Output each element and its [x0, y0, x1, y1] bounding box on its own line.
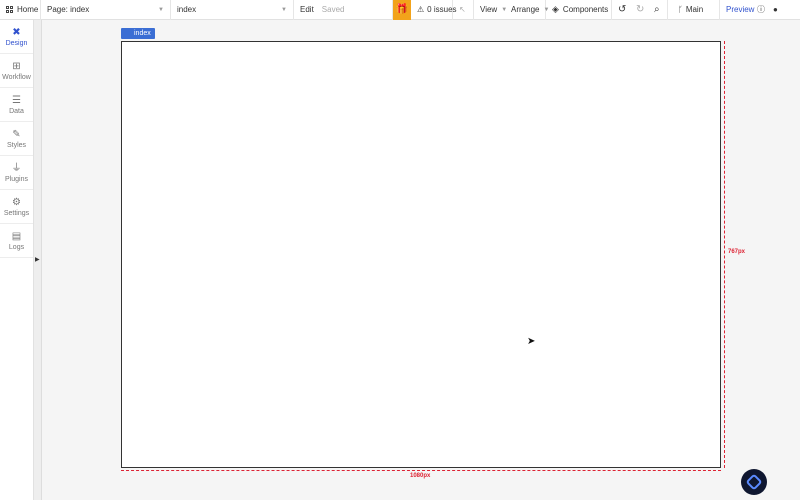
width-dimension-line: [121, 470, 721, 471]
sidebar-item-label: Logs: [8, 243, 25, 251]
width-dimension-label: 1080px: [410, 473, 431, 479]
view-menu[interactable]: View ▼: [474, 0, 507, 20]
undo-button[interactable]: ↺: [612, 0, 630, 20]
sidebar-item-label: Settings: [3, 209, 30, 217]
chevron-right-icon: ▶: [35, 257, 40, 263]
home-label: Home: [17, 5, 39, 14]
design-tools-icon: ✖: [12, 26, 21, 38]
search-button[interactable]: ⌕: [648, 0, 668, 20]
cursor-off-icon: ↖: [459, 5, 466, 14]
element-selector[interactable]: index ▼: [171, 0, 294, 20]
sidebar-item-label: Data: [9, 107, 24, 115]
assistant-logo-icon: [745, 473, 763, 491]
page-selector-label: Page: index: [47, 5, 90, 14]
document-icon: ▤: [11, 230, 22, 242]
page-selector[interactable]: Page: index ▼: [41, 0, 171, 20]
sidebar-item-data[interactable]: ☰ Data: [0, 88, 33, 122]
branch-label: Main: [685, 5, 704, 14]
workflow-icon: ⊞: [12, 60, 21, 72]
assistant-launcher-button[interactable]: [741, 469, 767, 495]
preview-label: Preview: [726, 5, 755, 14]
top-toolbar: Home Page: index ▼ index ▼ Edit Saved 🎁 …: [0, 0, 800, 20]
chevron-down-icon: ▼: [158, 6, 164, 13]
inspect-button[interactable]: ↖: [453, 0, 474, 20]
account-button[interactable]: ●: [770, 0, 786, 20]
redo-button[interactable]: ↻: [630, 0, 648, 20]
sidebar-item-workflow[interactable]: ⊞ Workflow: [0, 54, 33, 88]
brush-icon: ✎: [12, 128, 21, 140]
components-label: Components: [562, 5, 609, 14]
mouse-cursor-icon: ➤: [527, 336, 536, 347]
saved-status: Saved: [321, 5, 345, 14]
sidebar-item-label: Workflow: [2, 73, 31, 81]
arrange-label: Arrange: [511, 5, 540, 14]
branch-icon: ᚴ: [678, 5, 683, 14]
database-icon: ☰: [12, 94, 21, 106]
home-button[interactable]: Home: [0, 0, 41, 20]
sidebar-item-logs[interactable]: ▤ Logs: [0, 224, 33, 258]
plug-icon: ⏚: [11, 162, 22, 174]
warning-icon: ⚠: [417, 5, 425, 14]
sidebar-item-label: Design: [5, 39, 28, 47]
preview-button[interactable]: Preview: [720, 0, 754, 20]
components-button[interactable]: ◈ Components: [546, 0, 612, 20]
redo-icon: ↻: [636, 4, 645, 15]
gift-icon[interactable]: 🎁: [393, 0, 411, 20]
sidebar-item-plugins[interactable]: ⏚ Plugins: [0, 156, 33, 190]
edit-status: Edit Saved: [294, 0, 393, 20]
element-selector-value: index: [177, 5, 197, 14]
chevron-down-icon: ▼: [281, 6, 287, 13]
branch-button[interactable]: ᚴ Main: [668, 0, 720, 20]
search-icon: ⌕: [654, 4, 660, 15]
height-dimension-label: 767px: [728, 249, 746, 255]
grid-icon: [6, 6, 13, 13]
arrange-menu[interactable]: Arrange ▼: [505, 0, 549, 20]
sidebar-item-styles[interactable]: ✎ Styles: [0, 122, 33, 156]
gear-icon: ⚙: [12, 196, 21, 208]
undo-icon: ↺: [618, 4, 627, 15]
issues-button[interactable]: ⚠ 0 issues: [411, 0, 457, 20]
sidebar-item-design[interactable]: ✖ Design: [0, 20, 33, 54]
left-sidebar: ✖ Design ⊞ Workflow ☰ Data ✎ Styles ⏚ Pl…: [0, 20, 34, 500]
edit-button[interactable]: Edit: [300, 5, 314, 14]
page-canvas[interactable]: [121, 41, 721, 468]
help-icon: ⓘ: [757, 5, 765, 14]
page-name-tag[interactable]: index: [121, 28, 155, 39]
panel-collapse-handle[interactable]: ▶: [34, 20, 42, 500]
sidebar-item-label: Styles: [6, 141, 27, 149]
height-dimension-line: [724, 41, 725, 468]
cube-icon: ◈: [552, 4, 559, 14]
sidebar-item-settings[interactable]: ⚙ Settings: [0, 190, 33, 224]
help-button[interactable]: ⓘ: [754, 0, 770, 20]
sidebar-item-label: Plugins: [5, 175, 28, 183]
user-icon: ●: [773, 5, 778, 14]
view-label: View: [480, 5, 498, 14]
